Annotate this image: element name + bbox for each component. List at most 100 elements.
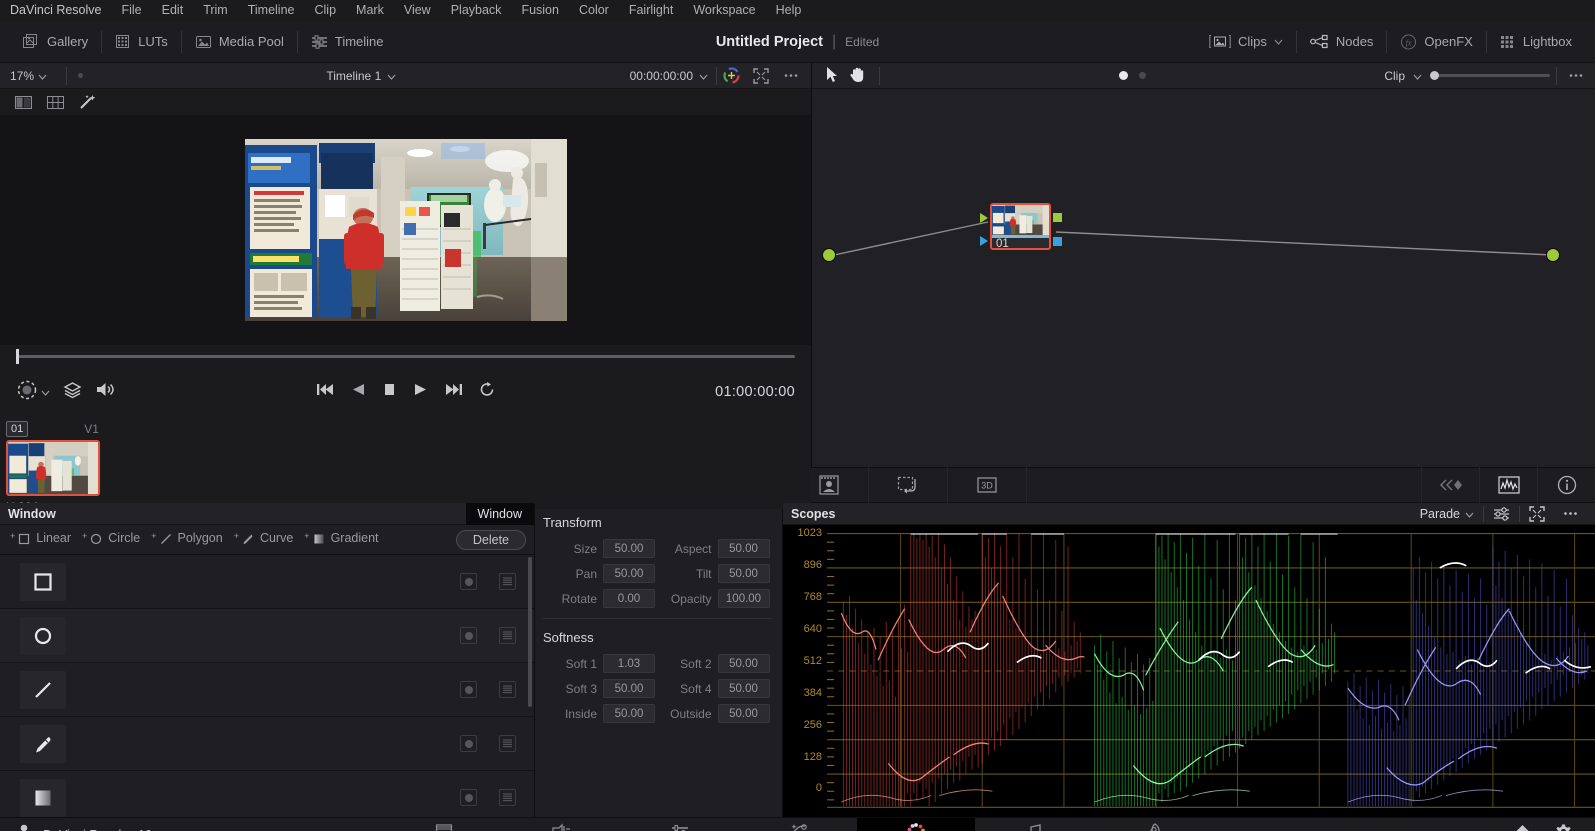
node-more-options-icon[interactable]	[1557, 73, 1595, 78]
scope-mode-selector[interactable]: Parade	[1411, 507, 1483, 521]
node-view-dots[interactable]	[880, 71, 1384, 80]
window-invert-toggle[interactable]	[499, 681, 516, 698]
add-gradient-window-button[interactable]: + Gradient	[302, 531, 387, 548]
inside-field[interactable]: 50.00	[603, 704, 655, 723]
soft2-field[interactable]: 50.00	[717, 654, 770, 673]
pen-shape-icon[interactable]	[20, 724, 66, 763]
magic-wand-icon[interactable]	[72, 91, 102, 113]
menu-item-help[interactable]: Help	[766, 0, 812, 21]
opacity-field[interactable]: 100.00	[717, 589, 770, 608]
window-shape-list[interactable]	[0, 555, 534, 817]
menu-item-color[interactable]: Color	[569, 0, 619, 21]
edit-page-button[interactable]	[621, 818, 739, 831]
timeline-selector[interactable]: Timeline 1	[93, 69, 630, 83]
scopes-more-options-icon[interactable]	[1554, 511, 1587, 516]
menu-item-timeline[interactable]: Timeline	[238, 0, 305, 21]
window-list-scrollbar[interactable]	[528, 557, 532, 707]
viewer-scrubber[interactable]	[0, 345, 811, 367]
menu-item-fusion[interactable]: Fusion	[511, 0, 569, 21]
window-invert-toggle[interactable]	[499, 789, 516, 806]
window-enable-toggle[interactable]	[460, 627, 477, 644]
square-shape-icon[interactable]	[20, 562, 66, 601]
menu-item-view[interactable]: View	[394, 0, 441, 21]
fusion-page-button[interactable]	[739, 818, 857, 831]
expand-icon[interactable]	[1520, 505, 1554, 522]
gradient-shape-icon[interactable]	[20, 778, 66, 817]
soft3-field[interactable]: 50.00	[603, 679, 655, 698]
media-pool-button[interactable]: Media Pool	[182, 27, 297, 57]
window-enable-toggle[interactable]	[460, 735, 477, 752]
timecode-selector[interactable]: 00:00:00:00	[630, 69, 716, 83]
layers-icon[interactable]	[63, 380, 82, 404]
sizing-icon[interactable]	[869, 467, 948, 503]
slider-knob[interactable]	[1430, 71, 1439, 80]
scopes-icon[interactable]	[1479, 467, 1537, 503]
menu-item-fairlight[interactable]: Fairlight	[619, 0, 683, 21]
delete-window-button[interactable]: Delete	[455, 529, 526, 550]
fairlight-page-button[interactable]	[975, 818, 1093, 831]
view-dot-active[interactable]	[1118, 71, 1128, 80]
more-options-icon[interactable]	[777, 64, 805, 88]
stereo-3d-icon[interactable]: 3D	[948, 467, 1027, 503]
window-enable-toggle[interactable]	[460, 573, 477, 590]
tilt-field[interactable]: 50.00	[717, 564, 770, 583]
node-mode-label[interactable]: Clip	[1384, 69, 1405, 83]
node-size-slider[interactable]	[1430, 71, 1550, 80]
color-wheel-icon[interactable]	[717, 64, 745, 88]
node-01[interactable]: 01	[990, 203, 1051, 250]
outside-field[interactable]: 50.00	[717, 704, 770, 723]
cut-page-button[interactable]	[503, 818, 621, 831]
hand-pan-icon[interactable]	[849, 66, 865, 86]
openfx-button[interactable]: fx OpenFX	[1387, 27, 1485, 57]
menu-item-trim[interactable]: Trim	[193, 0, 238, 21]
window-row-pen[interactable]	[0, 717, 534, 771]
gallery-button[interactable]: Gallery	[10, 27, 101, 57]
rotate-field[interactable]: 0.00	[603, 589, 655, 608]
add-linear-window-button[interactable]: + Linear	[8, 531, 80, 548]
scrubber-track[interactable]	[16, 348, 795, 364]
window-enable-toggle[interactable]	[460, 681, 477, 698]
soft1-field[interactable]: 1.03	[603, 654, 655, 673]
playhead[interactable]	[16, 348, 19, 364]
menu-item-workspace[interactable]: Workspace	[683, 0, 765, 21]
aspect-field[interactable]: 50.00	[717, 539, 770, 558]
menu-item-clip[interactable]: Clip	[305, 0, 347, 21]
skip-to-start-icon[interactable]	[316, 382, 335, 402]
info-icon[interactable]	[1537, 467, 1595, 503]
add-curve-window-button[interactable]: + Curve	[232, 531, 303, 548]
window-row-gradient[interactable]	[0, 771, 534, 817]
loop-icon[interactable]	[479, 381, 496, 403]
luts-button[interactable]: LUTs	[102, 27, 181, 57]
play-reverse-icon[interactable]	[351, 382, 366, 402]
window-invert-toggle[interactable]	[499, 735, 516, 752]
deliver-page-button[interactable]	[1093, 818, 1211, 831]
timeline-button[interactable]: Timeline	[298, 27, 397, 57]
window-row-square[interactable]	[0, 555, 534, 609]
lightbox-button[interactable]: Lightbox	[1487, 27, 1585, 57]
media-page-button[interactable]	[385, 818, 503, 831]
scope-settings-icon[interactable]	[1484, 506, 1519, 522]
skip-to-end-icon[interactable]	[444, 382, 463, 402]
split-screen-icon[interactable]	[8, 91, 38, 113]
scope-display[interactable]: 1023 896 768 640 512 384 256 128 0	[783, 525, 1595, 817]
pan-field[interactable]: 50.00	[603, 564, 655, 583]
clips-button[interactable]: Clips	[1196, 27, 1296, 57]
viewer-mode-dot[interactable]	[67, 73, 93, 78]
audio-volume-icon[interactable]	[95, 380, 115, 404]
window-enable-toggle[interactable]	[460, 789, 477, 806]
circle-shape-icon[interactable]	[20, 616, 66, 655]
soft4-field[interactable]: 50.00	[717, 679, 770, 698]
menu-item-playback[interactable]: Playback	[441, 0, 512, 21]
window-row-circle[interactable]	[0, 609, 534, 663]
scope-waveform-plot[interactable]	[827, 525, 1595, 817]
menu-item-edit[interactable]: Edit	[152, 0, 194, 21]
window-invert-toggle[interactable]	[499, 573, 516, 590]
select-arrow-icon[interactable]	[826, 66, 839, 86]
zoom-selector[interactable]: 17%	[0, 69, 66, 83]
cursor-target-button[interactable]	[16, 379, 50, 406]
menu-item-mark[interactable]: Mark	[346, 0, 394, 21]
fit-screen-icon[interactable]	[747, 64, 775, 88]
line-shape-icon[interactable]	[20, 670, 66, 709]
view-dot-inactive[interactable]	[1138, 72, 1146, 79]
play-icon[interactable]	[413, 382, 428, 402]
